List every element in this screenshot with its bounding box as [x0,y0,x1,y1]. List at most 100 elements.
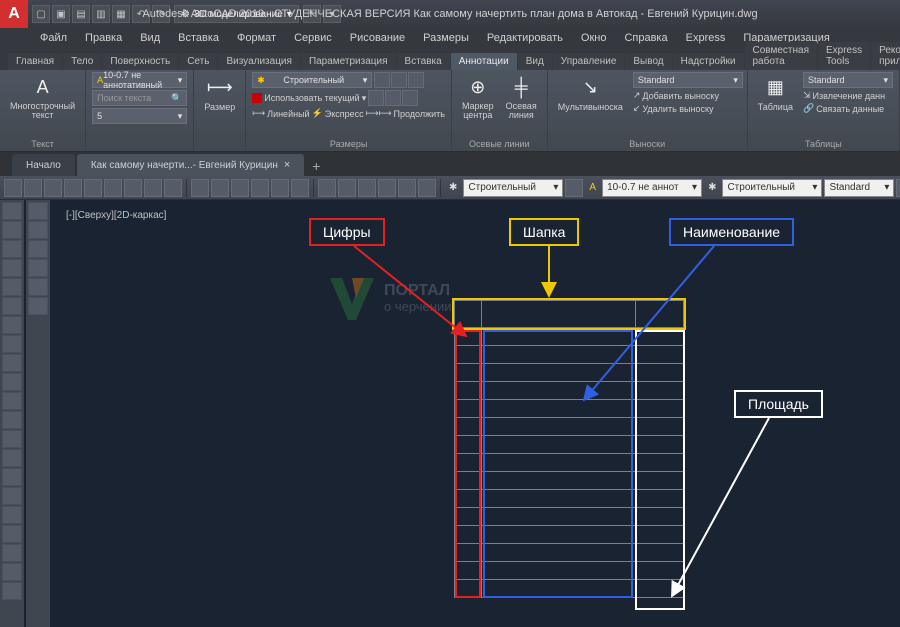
draw-tool[interactable] [2,335,22,353]
draw-tool[interactable] [2,221,22,239]
menu-express[interactable]: Express [678,30,734,46]
modify-tool[interactable] [28,202,48,220]
menu-format[interactable]: Формат [229,30,284,46]
tb2-btn[interactable] [191,179,209,197]
tb2-btn[interactable] [24,179,42,197]
draw-tool[interactable] [2,468,22,486]
text-style-dd2[interactable]: 10-0.7 не аннот▾ [602,179,702,197]
tb2-btn[interactable] [84,179,102,197]
tb2-btn[interactable] [271,179,289,197]
dim-style-dd[interactable]: ✱Строительный▾ [252,72,372,88]
tb2-btn[interactable] [896,179,900,197]
draw-tool[interactable] [2,202,22,220]
tb2-btn[interactable] [251,179,269,197]
menu-tools[interactable]: Сервис [286,30,340,46]
dim-tool-6[interactable] [402,90,418,106]
tb2-btn[interactable] [44,179,62,197]
ribbon-tab-express[interactable]: Express Tools [818,42,870,70]
draw-tool[interactable] [2,487,22,505]
ribbon-tab-view[interactable]: Вид [518,53,552,70]
tb2-btn[interactable] [4,179,22,197]
draw-tool[interactable] [2,316,22,334]
dim-tool-4[interactable] [368,90,384,106]
tb2-btn[interactable] [124,179,142,197]
file-tab-new[interactable]: + [306,156,326,176]
text-search-input[interactable]: Поиск текста🔍 [92,90,187,106]
ribbon-tab-collab[interactable]: Совместная работа [745,42,818,70]
text-height-dd[interactable]: 5▾ [92,108,187,124]
tb2-btn[interactable] [144,179,162,197]
mleader-button[interactable]: ↘ Мультивыноска [554,72,627,114]
tb2-btn[interactable] [64,179,82,197]
app-logo[interactable]: A [0,0,28,28]
qat-plot-icon[interactable]: ▦ [112,5,130,23]
mleader-style-dd[interactable]: Standard▾ [633,72,743,88]
ribbon-tab-annotate[interactable]: Аннотации [451,53,517,70]
tb2-btn[interactable] [104,179,122,197]
centerline-button[interactable]: ╪ Осевая линия [502,72,541,122]
file-tab-current[interactable]: Как самому начерти...- Евгений Курицин× [77,154,304,176]
draw-tool[interactable] [2,259,22,277]
menu-help[interactable]: Справка [616,30,675,46]
draw-tool[interactable] [2,544,22,562]
tb2-btn[interactable] [211,179,229,197]
ribbon-tab-home[interactable]: Главная [8,53,62,70]
ribbon-tab-solid[interactable]: Тело [63,53,101,70]
tb2-btn[interactable] [358,179,376,197]
draw-tool[interactable] [2,297,22,315]
dim-tool-1[interactable] [374,72,390,88]
table-extract[interactable]: ⇲ Извлечение данн [803,90,893,101]
qat-save-icon[interactable]: ▤ [72,5,90,23]
dimension-button[interactable]: ⟼ Размер [200,72,239,114]
tb2-btn[interactable] [418,179,436,197]
center-marker-button[interactable]: ⊕ Маркер центра [458,72,498,122]
tb2-btn[interactable] [318,179,336,197]
draw-tool[interactable] [2,392,22,410]
draw-tool[interactable] [2,449,22,467]
tb2-btn[interactable] [338,179,356,197]
menu-insert[interactable]: Вставка [170,30,227,46]
std-dd1[interactable]: Standard▾ [824,179,894,197]
menu-window[interactable]: Окно [573,30,615,46]
tb2-btn[interactable] [378,179,396,197]
draw-tool[interactable] [2,430,22,448]
close-icon[interactable]: × [284,159,290,171]
tb2-btn[interactable] [291,179,309,197]
table-style-dd[interactable]: Standard▾ [803,72,893,88]
menu-draw[interactable]: Рисование [342,30,413,46]
menu-edit[interactable]: Правка [77,30,130,46]
draw-tool[interactable] [2,525,22,543]
dim-use-current[interactable]: Использовать текущий ▾ [252,93,366,104]
ribbon-tab-addins[interactable]: Надстройки [673,53,744,70]
dim-linear[interactable]: ⟼ Линейный [252,108,309,119]
ribbon-tab-manage[interactable]: Управление [553,53,625,70]
mleader-remove[interactable]: ↙ Удалить выноску [633,103,743,114]
text-style-dd[interactable]: A10-0.7 не аннотативный▾ [92,72,187,88]
dim-tool-5[interactable] [385,90,401,106]
tb2-btn[interactable] [565,179,583,197]
draw-tool[interactable] [2,373,22,391]
table-link[interactable]: 🔗 Связать данные [803,103,893,114]
draw-tool[interactable] [2,278,22,296]
qat-open-icon[interactable]: ▣ [52,5,70,23]
tb2-btn[interactable] [164,179,182,197]
menu-dimension[interactable]: Размеры [415,30,477,46]
mleader-add[interactable]: ↗ Добавить выноску [633,90,743,101]
draw-tool[interactable] [2,411,22,429]
draw-tool[interactable] [2,563,22,581]
menu-file[interactable]: Файл [32,30,75,46]
dim-tool-3[interactable] [408,72,424,88]
viewport-label[interactable]: [-][Сверху][2D-каркас] [66,210,166,221]
ribbon-tab-parametric[interactable]: Параметризация [301,53,396,70]
modify-tool[interactable] [28,221,48,239]
mtext-button[interactable]: A Многострочный текст [6,72,79,122]
ribbon-tab-visualize[interactable]: Визуализация [218,53,299,70]
table-button[interactable]: ▦ Таблица [754,72,797,114]
draw-tool[interactable] [2,354,22,372]
modify-tool[interactable] [28,297,48,315]
modify-tool[interactable] [28,278,48,296]
dim-style-dd2[interactable]: Строительный▾ [463,179,563,197]
file-tab-start[interactable]: Начало [12,154,75,176]
dim-express[interactable]: ⚡ Экспресс [312,108,364,119]
menu-modify[interactable]: Редактировать [479,30,571,46]
